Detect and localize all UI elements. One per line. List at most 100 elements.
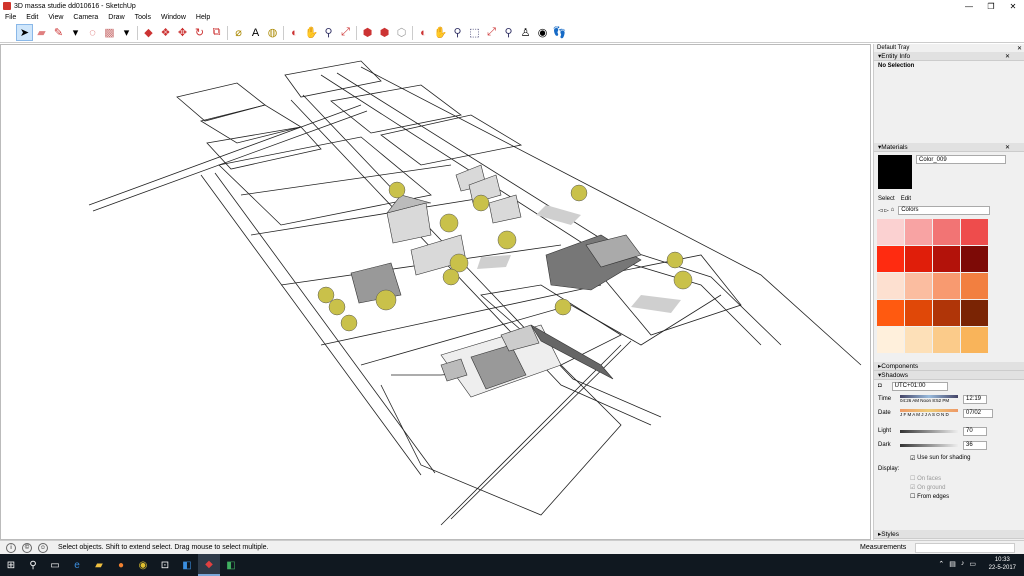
- edge-icon[interactable]: e: [66, 554, 88, 576]
- material-swatch[interactable]: [961, 273, 988, 299]
- volume-icon[interactable]: ♪: [961, 560, 965, 568]
- warehouse-icon[interactable]: ⬢: [359, 24, 376, 41]
- on-ground-checkbox[interactable]: ☑: [910, 484, 915, 491]
- styles-header[interactable]: ▸ Styles: [874, 530, 1024, 539]
- shape-tool-icon[interactable]: ◌: [84, 24, 101, 41]
- pan-view-icon[interactable]: ✋: [432, 24, 449, 41]
- material-swatch[interactable]: [905, 300, 932, 326]
- material-swatch[interactable]: [933, 300, 960, 326]
- dark-slider[interactable]: [900, 443, 958, 447]
- components-header[interactable]: ▸ Components: [874, 362, 1024, 371]
- material-swatch[interactable]: [905, 246, 932, 272]
- material-swatch[interactable]: [877, 219, 904, 245]
- light-field[interactable]: 70: [963, 426, 987, 436]
- material-swatch[interactable]: [877, 246, 904, 272]
- on-faces-checkbox[interactable]: ☐: [910, 475, 915, 482]
- menu-file[interactable]: File: [0, 14, 21, 21]
- material-swatch[interactable]: [933, 273, 960, 299]
- tape-measure-tool-icon[interactable]: ⌀: [230, 24, 247, 41]
- push-pull-tool-icon[interactable]: ◆: [140, 24, 157, 41]
- material-name-field[interactable]: Color_009: [916, 155, 1006, 164]
- measurements-field[interactable]: [915, 543, 1015, 553]
- menu-camera[interactable]: Camera: [68, 14, 103, 21]
- line-dropdown-icon[interactable]: ▾: [67, 24, 84, 41]
- orbit-tool-icon[interactable]: ◐: [286, 24, 303, 41]
- credits-icon[interactable]: ©: [22, 542, 32, 553]
- dark-field[interactable]: 36: [963, 440, 987, 450]
- eraser-tool-icon[interactable]: ▰: [33, 24, 50, 41]
- info-icon[interactable]: i: [6, 542, 16, 553]
- zoom-window-icon[interactable]: ⬚: [466, 24, 483, 41]
- material-swatch[interactable]: [877, 300, 904, 326]
- zoom-tool-icon[interactable]: ⚲: [320, 24, 337, 41]
- user-icon[interactable]: ☺: [38, 542, 48, 553]
- material-library-select[interactable]: Colors: [898, 205, 991, 215]
- timezone-select[interactable]: UTC+01:00: [891, 381, 948, 391]
- rectangle-tool-icon[interactable]: ▩: [101, 24, 118, 41]
- orbit-view-icon[interactable]: ◐: [415, 24, 432, 41]
- close-button[interactable]: ✕: [1002, 0, 1024, 12]
- task-view-icon[interactable]: ▭: [44, 554, 66, 576]
- paint-bucket-tool-icon[interactable]: ◍: [264, 24, 281, 41]
- extension-warehouse-icon[interactable]: ⬡: [393, 24, 410, 41]
- zoom-extents-tool-icon[interactable]: ⤢: [337, 24, 354, 41]
- footprints-icon[interactable]: 👣: [551, 24, 568, 41]
- chat-icon[interactable]: ▭: [969, 560, 976, 568]
- close-icon[interactable]: ✕: [1005, 144, 1010, 151]
- follow-me-tool-icon[interactable]: ❖: [157, 24, 174, 41]
- scale-tool-icon[interactable]: ⧉: [208, 24, 225, 41]
- material-swatch[interactable]: [961, 219, 988, 245]
- tab-select[interactable]: Select: [878, 196, 895, 202]
- material-swatch[interactable]: [961, 327, 988, 353]
- menu-window[interactable]: Window: [156, 14, 191, 21]
- material-swatch[interactable]: [877, 273, 904, 299]
- tab-edit[interactable]: Edit: [901, 196, 911, 202]
- shape-dropdown-icon[interactable]: ▾: [118, 24, 135, 41]
- rotate-tool-icon[interactable]: ↻: [191, 24, 208, 41]
- start-icon[interactable]: ⊞: [0, 554, 22, 576]
- material-swatch[interactable]: [877, 327, 904, 353]
- text-tool-icon[interactable]: A: [247, 24, 264, 41]
- material-swatch[interactable]: [905, 327, 932, 353]
- material-swatch[interactable]: [933, 219, 960, 245]
- sketchup-taskbar-icon[interactable]: ◆: [198, 554, 220, 576]
- material-swatch[interactable]: [961, 246, 988, 272]
- search-icon[interactable]: ⚲: [22, 554, 44, 576]
- forward-icon[interactable]: ▻: [884, 207, 889, 214]
- previous-view-icon[interactable]: ⚲: [500, 24, 517, 41]
- back-icon[interactable]: ◅: [878, 207, 883, 214]
- store-icon[interactable]: ⊡: [154, 554, 176, 576]
- tray-pin-icon[interactable]: ✕: [1017, 45, 1022, 52]
- date-field[interactable]: 07/02: [963, 408, 993, 418]
- pan-tool-icon[interactable]: ✋: [303, 24, 320, 41]
- menu-draw[interactable]: Draw: [103, 14, 129, 21]
- menu-view[interactable]: View: [43, 14, 68, 21]
- clock[interactable]: 10:33 22-5-2017: [989, 556, 1016, 572]
- shadows-header[interactable]: ▾ Shadows: [874, 371, 1024, 380]
- time-field[interactable]: 12:19: [963, 394, 987, 404]
- entity-info-header[interactable]: ▾ Entity Info ✕: [874, 52, 1024, 61]
- menu-help[interactable]: Help: [191, 14, 215, 21]
- pencil-tool-icon[interactable]: ✎: [50, 24, 67, 41]
- chevron-up-icon[interactable]: ⌃: [938, 560, 944, 568]
- network-icon[interactable]: ▤: [949, 560, 956, 568]
- chrome-icon[interactable]: ◉: [132, 554, 154, 576]
- project-icon[interactable]: ◧: [220, 554, 242, 576]
- material-swatch[interactable]: [933, 327, 960, 353]
- maximize-button[interactable]: ❐: [980, 0, 1002, 12]
- menu-tools[interactable]: Tools: [130, 14, 156, 21]
- model-viewport[interactable]: [0, 44, 871, 540]
- use-sun-checkbox[interactable]: ☑: [910, 455, 915, 462]
- light-slider[interactable]: [900, 429, 958, 433]
- material-swatch[interactable]: [905, 219, 932, 245]
- move-tool-icon[interactable]: ✥: [174, 24, 191, 41]
- close-icon[interactable]: ✕: [1005, 53, 1010, 60]
- look-around-icon[interactable]: ◉: [534, 24, 551, 41]
- minimize-button[interactable]: —: [958, 0, 980, 12]
- outlook-icon[interactable]: ◧: [176, 554, 198, 576]
- zoom-view-icon[interactable]: ⚲: [449, 24, 466, 41]
- material-swatch[interactable]: [905, 273, 932, 299]
- home-icon[interactable]: ⌂: [891, 207, 895, 213]
- from-edges-checkbox[interactable]: ☐: [910, 493, 915, 500]
- walk-icon[interactable]: ♙: [517, 24, 534, 41]
